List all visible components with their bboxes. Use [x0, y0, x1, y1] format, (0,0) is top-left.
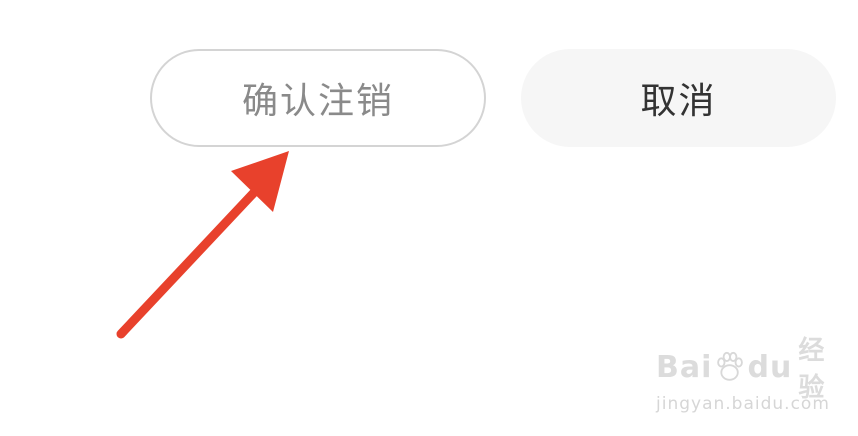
deactivate-confirm-screen: 确认注销 取消 Bai du 经验 jingyan.baidu.com: [0, 0, 858, 436]
paw-icon: [717, 351, 744, 381]
watermark-service: 经验: [798, 336, 825, 403]
baidu-jingyan-watermark: Bai du 经验 jingyan.baidu.com: [656, 336, 846, 422]
cancel-label: 取消: [640, 81, 717, 122]
confirm-deactivate-button[interactable]: 确认注销: [150, 49, 486, 147]
confirm-deactivate-label: 确认注销: [241, 81, 394, 122]
cancel-button[interactable]: 取消: [521, 49, 836, 147]
watermark-brand-right: du: [747, 349, 793, 385]
watermark-url: jingyan.baidu.com: [656, 394, 830, 414]
watermark-brand-left: Bai: [656, 349, 713, 385]
